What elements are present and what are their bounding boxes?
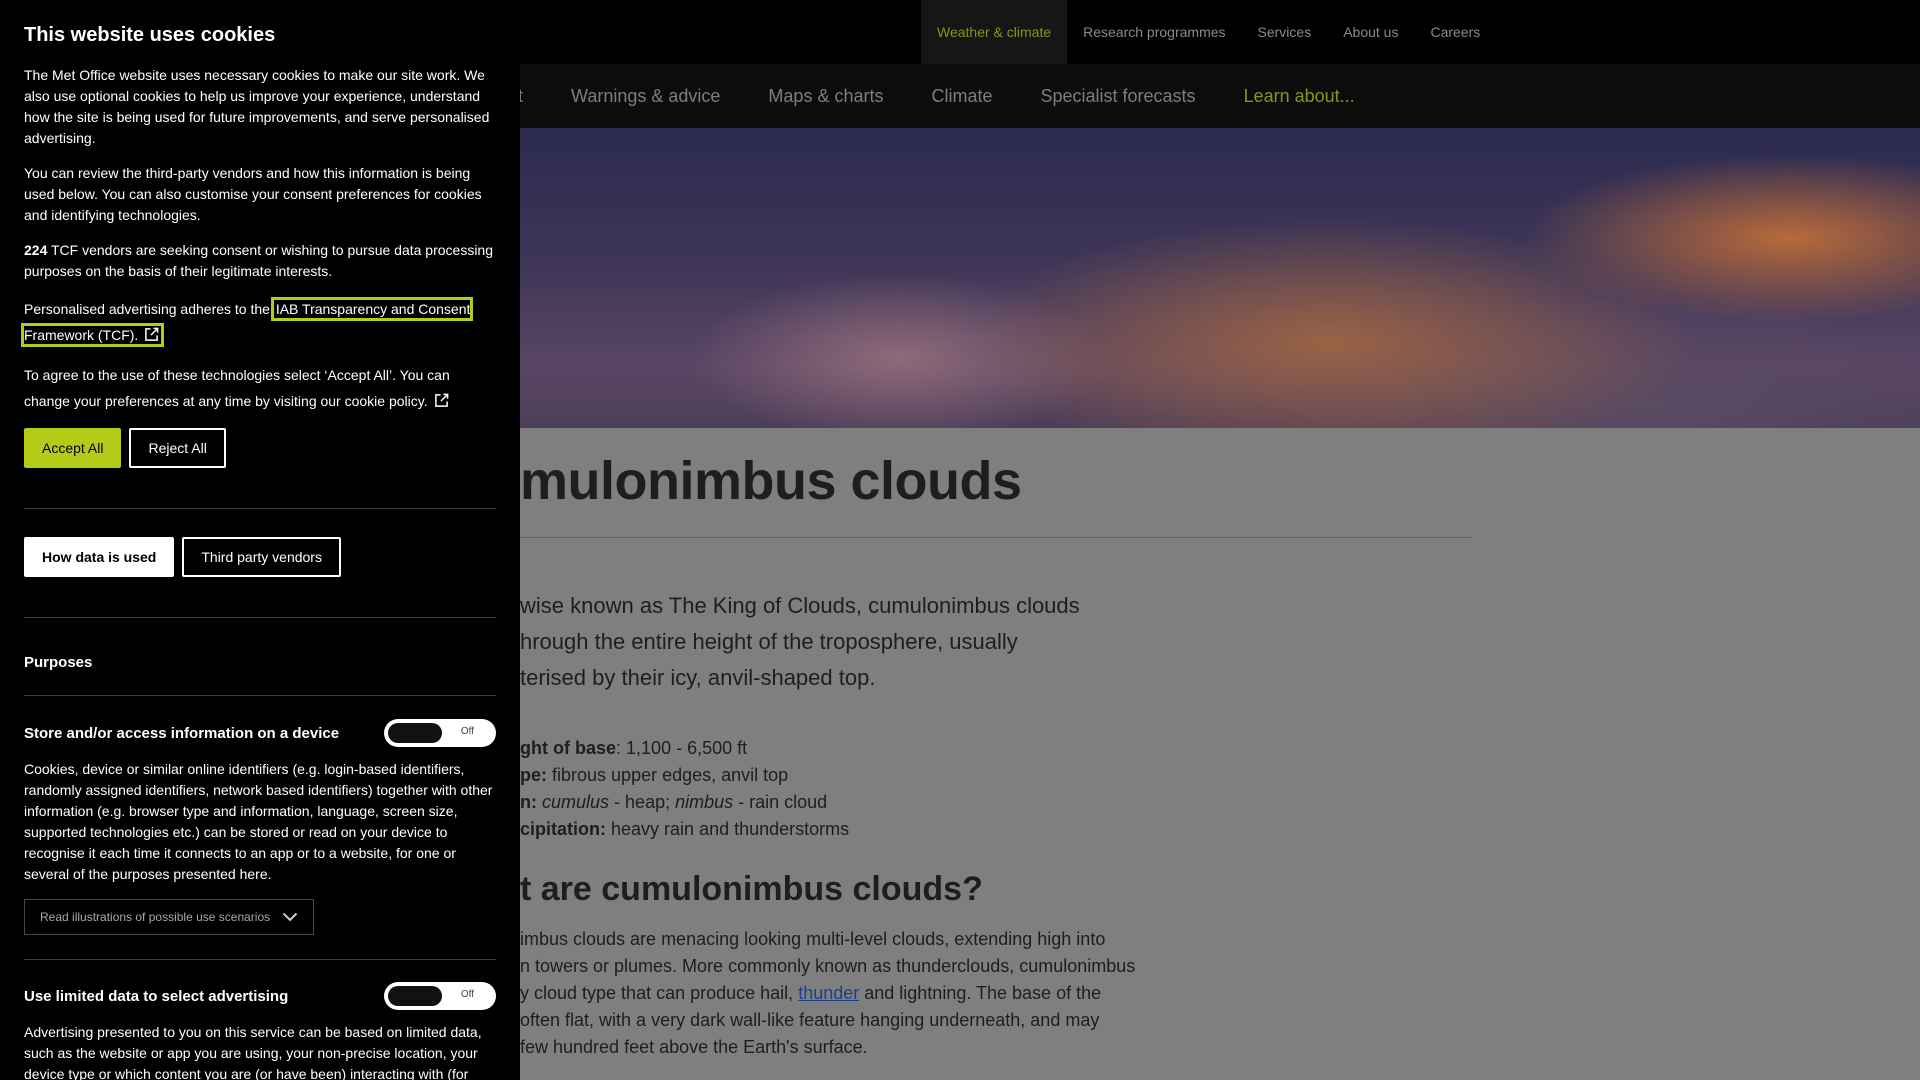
fact-value: cumulus [542,792,610,812]
reject-all-button[interactable]: Reject All [129,428,226,468]
top-nav: Weather & climate Research programmes Se… [921,0,1496,64]
topnav-careers[interactable]: Careers [1414,0,1496,64]
thunder-link[interactable]: thunder [798,983,859,1003]
info-tabs: How data is used Third party vendors [24,537,496,577]
body-line: few hundred feet above the Earth's surfa… [520,1037,868,1057]
fact-value: fibrous upper edges, anvil top [552,765,789,785]
divider [24,617,496,618]
cookie-vendors-info: You can review the third-party vendors a… [24,165,482,223]
article-lede: wise known as The King of Clouds, cumulo… [520,588,1240,696]
body-line: y cloud type that can produce hail, thun… [520,980,1240,1007]
section-heading: t are cumulonimbus clouds? [520,870,983,908]
use-scenarios-dropdown[interactable]: Read illustrations of possible use scena… [24,899,314,935]
lede-line: terised by their icy, anvil-shaped top. [520,665,876,690]
accept-all-button[interactable]: Accept All [24,428,122,468]
cookie-consent-panel: This website uses cookies The Met Office… [0,0,520,1080]
fact-name: n: cumulus - heap; nimbus - rain cloud [520,789,849,816]
tcf-prefix: Personalised advertising adheres to the [24,301,274,317]
mainnav-learn-about[interactable]: Learn about... [1244,86,1355,107]
fact-value: - heap; [609,792,676,812]
body-line: n towers or plumes. More commonly known … [520,956,1136,976]
limited-advertising-toggle[interactable]: Off [384,982,496,1010]
mainnav-warnings-advice[interactable]: Warnings & advice [571,86,720,107]
body-text: y cloud type that can produce hail, [520,983,799,1003]
page-title: mulonimbus clouds [520,451,1022,511]
fact-height-of-base: ght of base: 1,100 - 6,500 ft [520,735,849,762]
external-link-icon [145,327,159,341]
external-link-icon[interactable] [434,393,449,408]
topnav-services[interactable]: Services [1242,0,1328,64]
cookie-tcf-info: Personalised advertising adheres to the … [20,296,496,348]
toggle-label: Off [460,726,474,737]
cookie-title: This website uses cookies [24,24,276,46]
cookie-intro: The Met Office website uses necessary co… [24,67,490,146]
lede-line: hrough the entire height of the troposph… [520,629,1018,654]
vendor-text: TCF vendors are seeking consent or wishi… [24,242,494,279]
fact-sep: : [616,738,627,758]
fact-value: - rain cloud [733,792,828,812]
mainnav-climate[interactable]: Climate [931,86,992,107]
main-nav-items: cast Warnings & advice Maps & charts Cli… [490,64,1403,128]
fact-value: heavy rain and thunderstorms [611,819,850,839]
vendor-count: 224 [24,242,48,258]
title-divider [520,537,1472,538]
mainnav-specialist-forecasts[interactable]: Specialist forecasts [1040,86,1195,107]
divider [24,695,496,696]
chevron-down-icon [282,912,298,922]
purpose-title: Store and/or access information on a dev… [24,724,340,742]
lede-line: wise known as The King of Clouds, cumulo… [520,593,1080,618]
purpose-store-access: Store and/or access information on a dev… [24,719,496,747]
topnav-research-programmes[interactable]: Research programmes [1067,0,1241,64]
purposes-heading: Purposes [24,654,93,671]
fact-value: nimbus [675,792,734,812]
body-text: and lightning. The base of the [859,983,1102,1003]
cookie-tcf-vendors: 224 TCF vendors are seeking consent or w… [24,240,496,282]
body-line: imbus clouds are menacing looking multi-… [520,929,1106,949]
agree-text: To agree to the use of these technologie… [24,367,450,409]
purpose-description: Advertising presented to you on this ser… [24,1024,482,1080]
toggle-label: Off [460,989,474,1000]
how-data-is-used-button[interactable]: How data is used [24,537,175,577]
fact-label: pe: [520,765,547,785]
mainnav-maps-charts[interactable]: Maps & charts [768,86,883,107]
body-line: often flat, with a very dark wall-like f… [520,1010,1100,1030]
cloud-facts: ght of base: 1,100 - 6,500 ft pe: fibrou… [520,735,849,843]
consent-buttons: Accept All Reject All [24,428,496,468]
fact-value: 1,100 - 6,500 ft [626,738,748,758]
divider [24,959,496,960]
store-access-toggle[interactable]: Off [384,719,496,747]
topnav-about-us[interactable]: About us [1327,0,1414,64]
fact-label: cipitation: [520,819,606,839]
purpose-limited-advertising: Use limited data to select advertising O… [24,982,496,1010]
third-party-vendors-button[interactable]: Third party vendors [182,537,341,577]
divider [24,508,496,509]
purpose-description: Cookies, device or similar online identi… [24,761,493,882]
topnav-weather-climate[interactable]: Weather & climate [921,0,1068,64]
cookie-agree-info: To agree to the use of these technologie… [24,362,496,414]
fact-label: n: [520,792,537,812]
purpose-title: Use limited data to select advertising [24,987,289,1005]
use-scenarios-label: Read illustrations of possible use scena… [40,910,271,924]
toggle-knob [388,986,442,1006]
fact-label: ght of base [520,738,617,758]
fact-precipitation: cipitation: heavy rain and thunderstorms [520,816,849,843]
fact-shape: pe: fibrous upper edges, anvil top [520,762,849,789]
article-body: imbus clouds are menacing looking multi-… [520,926,1240,1061]
toggle-knob [388,723,442,743]
